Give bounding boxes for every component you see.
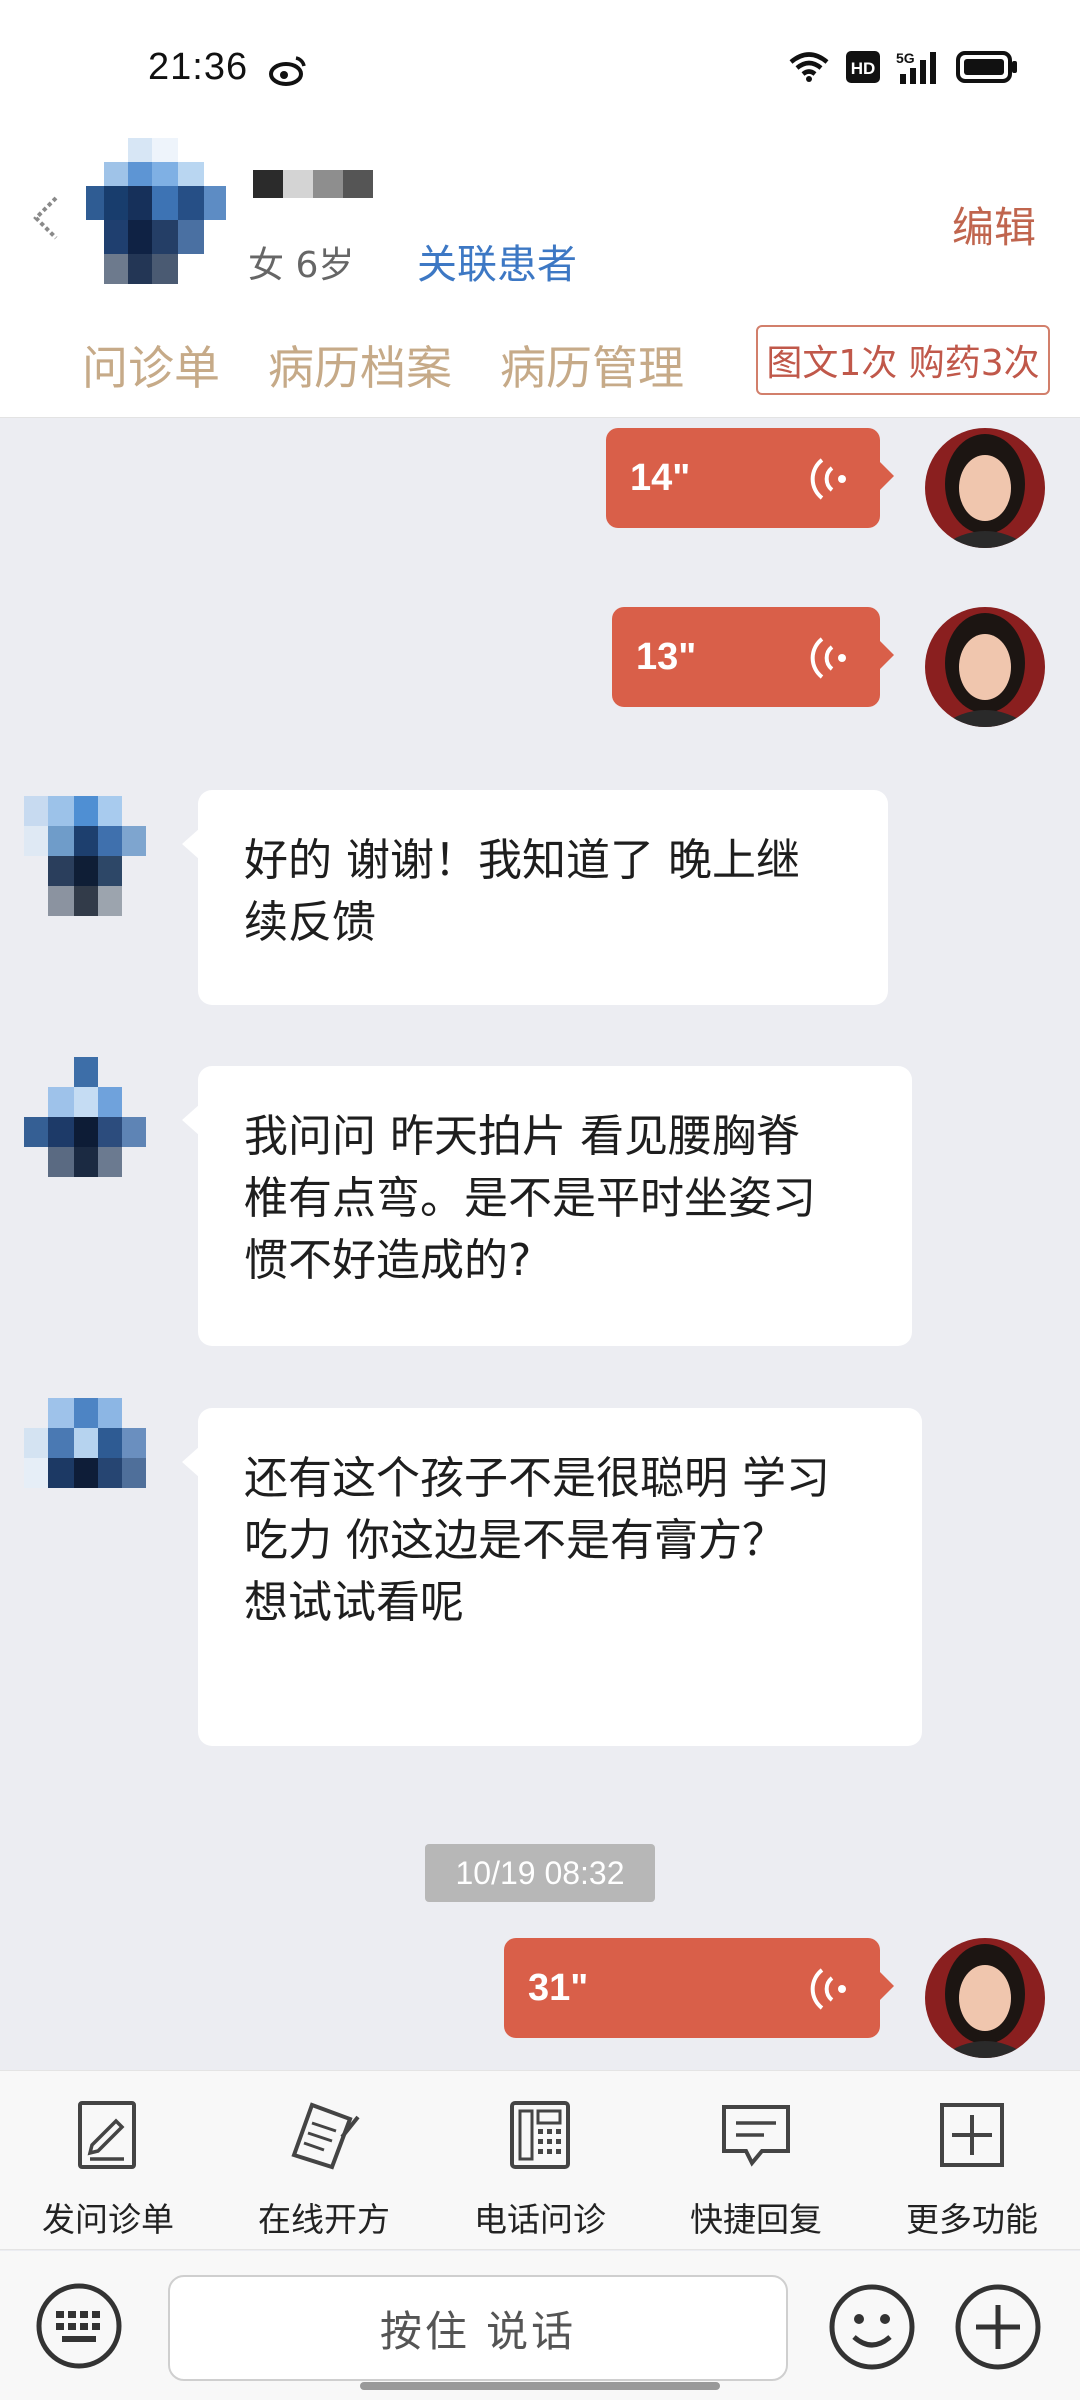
status-time: 21:36 bbox=[148, 46, 249, 88]
patient-avatar[interactable] bbox=[24, 1398, 170, 1518]
message-line: 惯不好造成的? bbox=[244, 1235, 532, 1286]
hold-to-talk-button[interactable]: 按住 说话 bbox=[168, 2275, 788, 2381]
emoji-icon[interactable] bbox=[826, 2281, 918, 2373]
action-label: 更多功能 bbox=[906, 2200, 1038, 2239]
voice-wave-icon bbox=[810, 637, 846, 679]
voice-message[interactable]: 14" bbox=[606, 428, 894, 528]
status-icons: HD 5G bbox=[788, 50, 1018, 84]
action-label: 快捷回复 bbox=[690, 2200, 822, 2239]
prescription-icon bbox=[291, 2102, 360, 2170]
tab-medical-records[interactable]: 病历档案 bbox=[268, 332, 452, 398]
quick-reply-button[interactable]: 快捷回复 bbox=[648, 2071, 864, 2251]
action-bar: 发问诊单 在线开方 电话问诊 快捷回复 更多功能 bbox=[0, 2070, 1080, 2250]
5g-signal-icon: 5G bbox=[896, 50, 936, 84]
doctor-photo bbox=[925, 428, 1045, 548]
hd-icon: HD bbox=[846, 51, 880, 83]
patient-meta: 女 6岁 bbox=[248, 245, 355, 286]
online-prescription-button[interactable]: 在线开方 bbox=[216, 2071, 432, 2251]
tab-record-management[interactable]: 病历管理 bbox=[500, 332, 684, 398]
doctor-photo bbox=[925, 1938, 1045, 2058]
patient-avatar[interactable] bbox=[24, 1057, 170, 1177]
action-label: 发问诊单 bbox=[42, 2200, 174, 2239]
phone-consult-button[interactable]: 电话问诊 bbox=[432, 2071, 648, 2251]
back-icon[interactable] bbox=[26, 188, 72, 248]
link-patient-button[interactable]: 关联患者 bbox=[417, 232, 577, 290]
voice-wave-icon bbox=[810, 458, 846, 500]
doctor-avatar[interactable] bbox=[925, 428, 1045, 548]
tab-consult-form[interactable]: 问诊单 bbox=[82, 332, 220, 398]
patient-avatar[interactable] bbox=[86, 138, 226, 284]
voice-duration: 13" bbox=[636, 635, 697, 678]
text-message[interactable]: 好的 谢谢！我知道了 晚上继 续反馈 bbox=[182, 790, 888, 1005]
home-indicator[interactable] bbox=[360, 2382, 720, 2390]
wifi-icon bbox=[789, 52, 829, 82]
phone-icon bbox=[510, 2101, 570, 2169]
input-bar: 按住 说话 bbox=[0, 2251, 1080, 2400]
message-line: 吃力 你这边是不是有膏方？ bbox=[244, 1515, 786, 1566]
patient-name-blurred bbox=[253, 170, 373, 198]
message-line: 好的 谢谢！我知道了 晚上继 bbox=[244, 835, 800, 886]
voice-message[interactable]: 31" bbox=[504, 1938, 894, 2038]
weibo-icon bbox=[269, 56, 306, 86]
voice-duration: 31" bbox=[528, 1966, 589, 2009]
5g-text: 5G bbox=[896, 50, 915, 66]
edit-button[interactable]: 编辑 bbox=[952, 194, 1036, 255]
voice-wave-icon bbox=[810, 1968, 846, 2010]
text-message[interactable]: 还有这个孩子不是很聪明 学习 吃力 你这边是不是有膏方？ 想试试看呢 bbox=[182, 1408, 922, 1746]
battery-icon bbox=[956, 51, 1017, 83]
plus-circle-icon[interactable] bbox=[952, 2281, 1044, 2373]
text-message[interactable]: 我问问 昨天拍片 看见腰胸脊 椎有点弯。是不是平时坐姿习 惯不好造成的? bbox=[182, 1066, 912, 1346]
message-line: 我问问 昨天拍片 看见腰胸脊 bbox=[244, 1111, 800, 1162]
hd-text: HD bbox=[851, 59, 876, 78]
message-line: 椎有点弯。是不是平时坐姿习 bbox=[244, 1173, 816, 1224]
record-tabs: 问诊单 病历档案 病历管理 bbox=[82, 332, 684, 398]
patient-avatar[interactable] bbox=[24, 796, 170, 916]
purchase-badge[interactable]: 图文1次 购药3次 bbox=[756, 325, 1050, 395]
doctor-avatar[interactable] bbox=[925, 1938, 1045, 2058]
message-line: 想试试看呢 bbox=[244, 1577, 464, 1628]
message-timestamp: 10/19 08:32 bbox=[425, 1844, 655, 1902]
voice-duration: 14" bbox=[630, 456, 691, 499]
doctor-avatar[interactable] bbox=[925, 607, 1045, 727]
action-label: 电话问诊 bbox=[474, 2200, 606, 2239]
keyboard-icon[interactable] bbox=[34, 2281, 124, 2371]
chat-bubble-icon bbox=[722, 2105, 790, 2167]
voice-message[interactable]: 13" bbox=[612, 607, 894, 707]
doctor-photo bbox=[925, 607, 1045, 727]
message-line: 续反馈 bbox=[244, 897, 376, 948]
action-label: 在线开方 bbox=[258, 2200, 390, 2239]
form-edit-icon bbox=[78, 2101, 136, 2169]
message-line: 还有这个孩子不是很聪明 学习 bbox=[244, 1453, 830, 1504]
send-consult-form-button[interactable]: 发问诊单 bbox=[0, 2071, 216, 2251]
more-functions-button[interactable]: 更多功能 bbox=[864, 2071, 1080, 2251]
header: 21:36 HD 5G 女 6岁 关联患者 编辑 问诊单 病历档案 病历管理 图… bbox=[0, 0, 1080, 418]
plus-square-icon bbox=[940, 2103, 1004, 2167]
